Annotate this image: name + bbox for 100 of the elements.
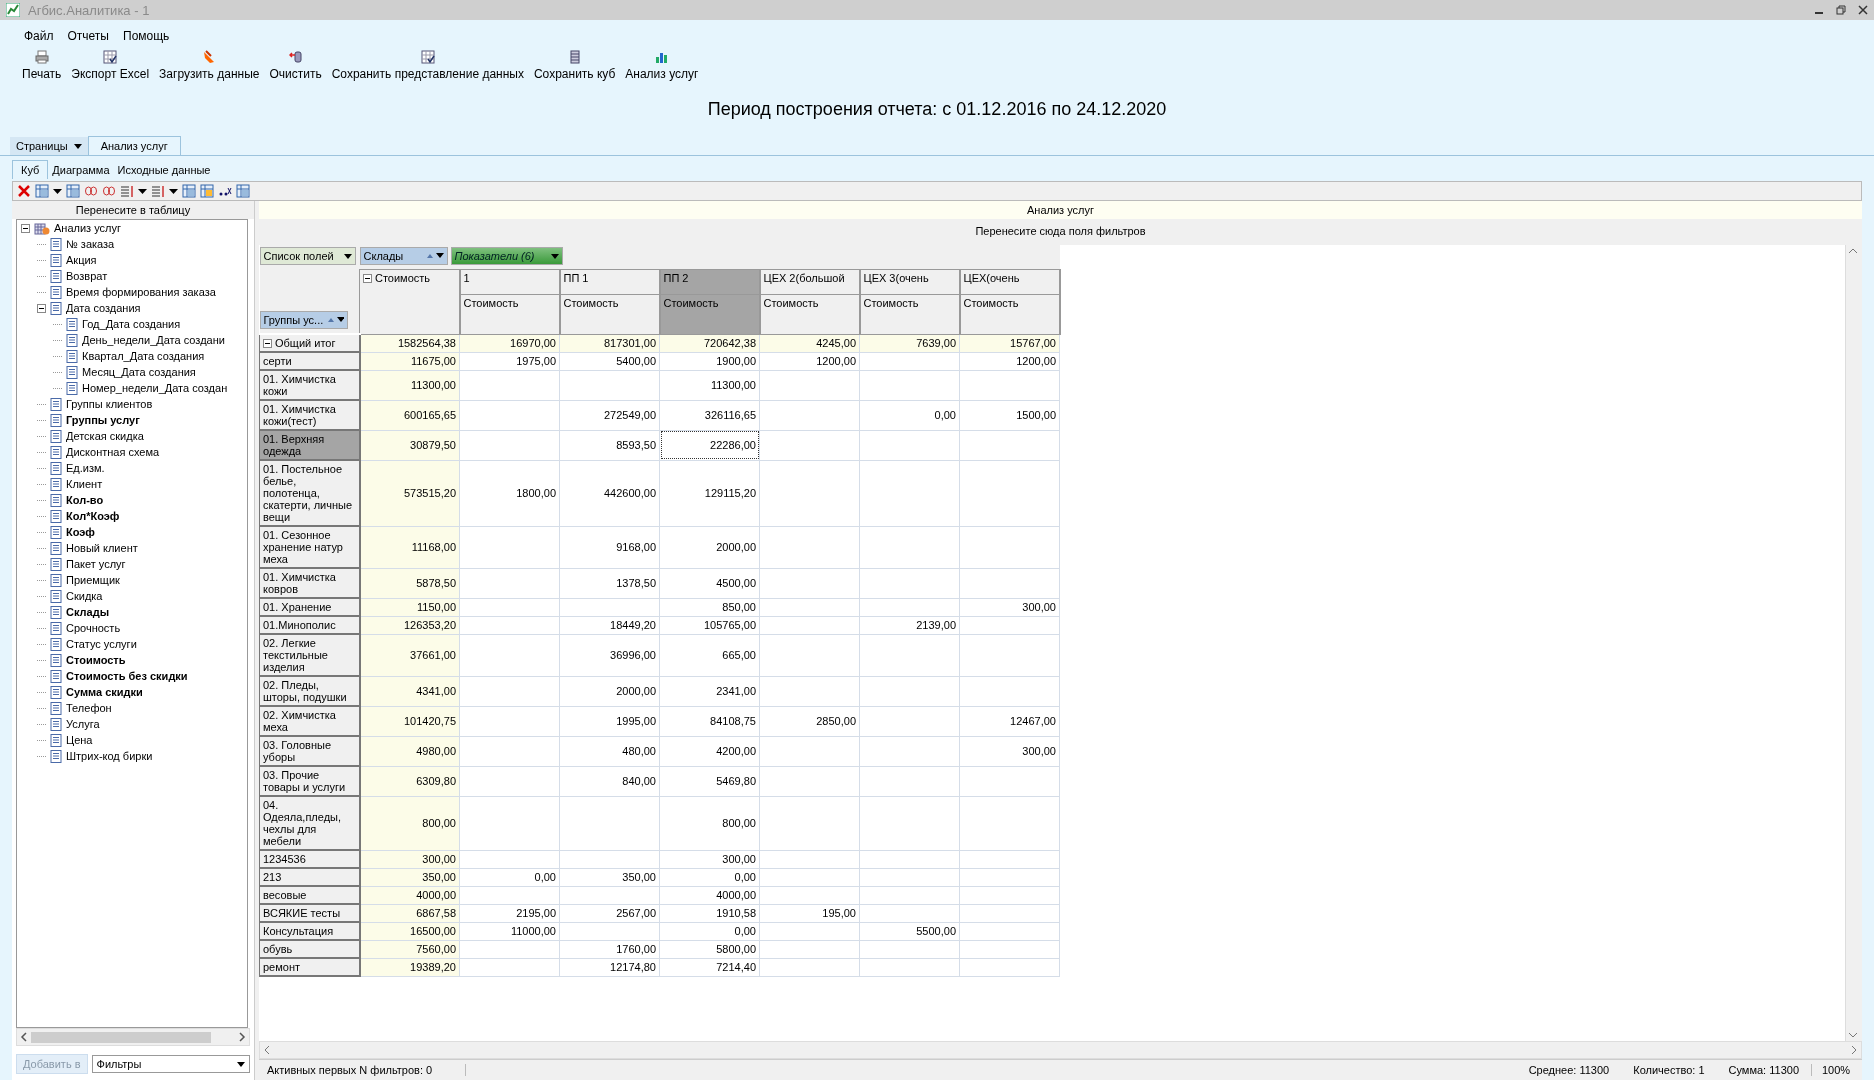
column-header[interactable]: Стоимость <box>659 294 760 334</box>
field-item[interactable]: Стоимость <box>66 654 126 666</box>
database-icon <box>567 50 582 64</box>
field-item[interactable]: Скидка <box>66 590 103 602</box>
toolbar-button[interactable]: Сохранить куб <box>529 48 620 83</box>
field-item[interactable]: Номер_недели_Дата создан <box>82 382 228 394</box>
field-item[interactable]: Кол-во <box>66 494 104 506</box>
row-header[interactable]: 01. Сезонное хранение натур меха <box>259 526 360 568</box>
table-cell: 5400,00 <box>559 352 660 370</box>
menu-item[interactable]: Отчеты <box>67 29 109 43</box>
row-header[interactable]: 01. Химчистка кожи(тест) <box>259 400 360 430</box>
row-header[interactable]: 01. Химчистка ковров <box>259 568 360 598</box>
column-header[interactable]: Стоимость <box>859 294 960 334</box>
column-header[interactable]: ПП 2 <box>659 269 760 294</box>
toolbar-button[interactable]: Печать <box>18 48 66 83</box>
field-item[interactable]: Анализ услуг <box>54 222 121 234</box>
column-header[interactable]: Стоимость <box>459 294 560 334</box>
horizontal-scrollbar[interactable] <box>16 1028 250 1046</box>
row-header[interactable]: 01. Верхняя одежда <box>259 430 360 460</box>
field-item[interactable]: Штрих-код бирки <box>66 750 153 762</box>
column-header[interactable]: 1 <box>459 269 560 294</box>
field-item[interactable]: Склады <box>66 606 110 618</box>
row-header[interactable]: 04. Одеяла,пледы, чехлы для мебели <box>259 796 360 850</box>
field-button[interactable]: Склады <box>359 247 448 265</box>
field-item[interactable]: Клиент <box>66 478 103 490</box>
toolbar-button[interactable]: Экспорт Excel <box>67 48 154 83</box>
view-tab[interactable]: Куб <box>12 160 49 179</box>
column-header[interactable]: ЦЕХ 2(большой <box>759 269 860 294</box>
field-item[interactable]: Ед.изм. <box>66 462 105 474</box>
column-header[interactable]: Стоимость <box>559 294 660 334</box>
toolbar-button[interactable]: Загрузить данные <box>155 48 264 83</box>
row-header[interactable]: 01. Химчистка кожи <box>259 370 360 400</box>
field-list-button[interactable]: Список полей <box>259 247 356 265</box>
horizontal-scrollbar[interactable] <box>259 1041 1862 1059</box>
field-item[interactable]: Время формирования заказа <box>66 286 216 298</box>
toolbar-button[interactable]: Очистить <box>265 48 326 83</box>
field-item[interactable]: Группы клиентов <box>66 398 153 410</box>
field-item[interactable]: Акция <box>66 254 97 266</box>
page-tab[interactable]: Анализ услуг <box>87 136 181 155</box>
row-header[interactable]: 02. Пледы, шторы, подушки <box>259 676 360 706</box>
toolbar-button[interactable]: Анализ услуг <box>621 48 703 83</box>
restore-icon[interactable] <box>1836 5 1846 15</box>
menu-item[interactable]: Файл <box>24 29 54 43</box>
column-header[interactable]: ПП 1 <box>559 269 660 294</box>
field-icon <box>50 509 62 523</box>
field-item[interactable]: Статус услуги <box>66 638 137 650</box>
collapse-icon[interactable] <box>263 338 272 348</box>
row-header[interactable]: 02. Химчистка меха <box>259 706 360 736</box>
field-item[interactable]: Срочность <box>66 622 121 634</box>
field-item[interactable]: Услуга <box>66 718 100 730</box>
field-item[interactable]: Телефон <box>66 702 112 714</box>
collapse-icon[interactable] <box>37 303 46 313</box>
field-item[interactable]: Год_Дата создания <box>82 318 181 330</box>
field-item[interactable]: Кол*Коэф <box>66 510 120 522</box>
field-item[interactable]: Приемщик <box>66 574 120 586</box>
column-header[interactable]: Стоимость <box>959 294 1060 334</box>
field-button[interactable]: Показатели (6) <box>450 247 563 265</box>
field-item[interactable]: Квартал_Дата создания <box>82 350 205 362</box>
column-header[interactable]: Стоимость <box>359 269 460 334</box>
table-cell: 1378,50 <box>559 568 660 598</box>
field-item[interactable]: Стоимость без скидки <box>66 670 188 682</box>
field-item[interactable]: Детская скидка <box>66 430 144 442</box>
field-item[interactable]: Новый клиент <box>66 542 138 554</box>
field-item[interactable]: № заказа <box>66 238 115 250</box>
toolbar-button[interactable]: Сохранить представление данных <box>327 48 528 83</box>
sort-icon[interactable] <box>102 184 116 198</box>
column-header[interactable]: ЦЕХ(очень <box>959 269 1060 294</box>
field-icon <box>66 349 78 363</box>
field-item[interactable]: Пакет услуг <box>66 558 126 570</box>
column-header[interactable]: Стоимость <box>759 294 860 334</box>
field-item[interactable]: Дата создания <box>66 302 141 314</box>
row-header[interactable]: 02. Легкие текстильные изделия <box>259 634 360 676</box>
target-dropdown[interactable]: Фильтры <box>91 1055 250 1073</box>
field-item[interactable]: Коэф <box>66 526 95 538</box>
table-cell: 300,00 <box>659 850 760 868</box>
chart-icon <box>6 3 20 17</box>
row-field-button[interactable]: Группы ус... <box>259 311 348 329</box>
column-header[interactable]: ЦЕХ 3(очень <box>859 269 960 294</box>
field-item[interactable]: Группы услуг <box>66 414 140 426</box>
row-header[interactable]: 03. Головные уборы <box>259 736 360 766</box>
pages-dropdown[interactable]: Страницы <box>10 137 88 155</box>
row-header[interactable]: 03. Прочие товары и услуги <box>259 766 360 796</box>
collapse-icon[interactable] <box>21 223 30 233</box>
menu-item[interactable]: Помощь <box>123 29 170 43</box>
row-header[interactable]: 01. Постельное белье, полотенца, скатерти, личные вещи <box>259 460 360 526</box>
collapse-icon[interactable] <box>363 273 372 283</box>
field-item[interactable]: День_недели_Дата создани <box>82 334 225 346</box>
view-tab[interactable]: Исходные данные <box>113 161 215 179</box>
field-item[interactable]: Цена <box>66 734 93 746</box>
field-item[interactable]: Дисконтная схема <box>66 446 160 458</box>
field-icon <box>50 429 62 443</box>
sort-icon[interactable] <box>84 184 98 198</box>
field-item[interactable]: Месяц_Дата создания <box>82 366 196 378</box>
field-item[interactable]: Возврат <box>66 270 108 282</box>
close-icon[interactable] <box>1858 5 1868 15</box>
view-tab[interactable]: Диаграмма <box>48 161 114 179</box>
field-item[interactable]: Сумма скидки <box>66 686 143 698</box>
field-icon <box>50 301 62 315</box>
table-cell: 573515,20 <box>359 460 460 526</box>
delete-icon[interactable] <box>17 184 31 198</box>
